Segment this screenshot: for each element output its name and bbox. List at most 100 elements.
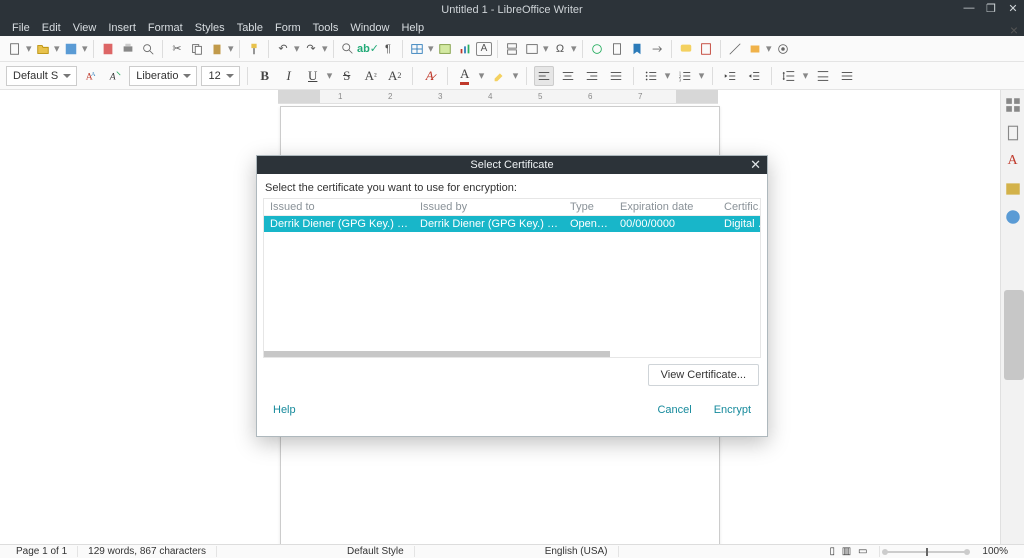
font-color-icon[interactable]: A bbox=[455, 66, 475, 86]
subscript-button[interactable]: A2 bbox=[385, 66, 405, 86]
basic-shapes-icon[interactable] bbox=[746, 40, 764, 58]
print-preview-icon[interactable] bbox=[139, 40, 157, 58]
insert-table-icon[interactable] bbox=[408, 40, 426, 58]
bullet-dropdown-icon[interactable]: ▾ bbox=[665, 67, 671, 85]
clone-formatting-icon[interactable] bbox=[245, 40, 263, 58]
col-issued-to[interactable]: Issued to bbox=[264, 199, 414, 215]
redo-icon[interactable]: ↷ bbox=[302, 40, 320, 58]
redo-dropdown-icon[interactable]: ▾ bbox=[322, 40, 328, 58]
cancel-button[interactable]: Cancel bbox=[657, 404, 691, 416]
show-draw-functions-icon[interactable] bbox=[774, 40, 792, 58]
insert-comment-icon[interactable] bbox=[677, 40, 695, 58]
undo-dropdown-icon[interactable]: ▾ bbox=[294, 40, 300, 58]
menu-form[interactable]: Form bbox=[269, 22, 307, 34]
insert-chart-icon[interactable] bbox=[456, 40, 474, 58]
align-left-button[interactable] bbox=[534, 66, 554, 86]
status-words[interactable]: 129 words, 867 characters bbox=[78, 546, 217, 557]
help-link[interactable]: Help bbox=[273, 404, 296, 416]
zoom-slider[interactable] bbox=[886, 551, 966, 553]
menu-table[interactable]: Table bbox=[231, 22, 269, 34]
insert-textbox-icon[interactable]: A bbox=[476, 42, 492, 56]
col-expiration[interactable]: Expiration date bbox=[614, 199, 718, 215]
document-close-icon[interactable]: × bbox=[1010, 22, 1018, 38]
new-dropdown-icon[interactable]: ▾ bbox=[26, 40, 32, 58]
menu-file[interactable]: File bbox=[6, 22, 36, 34]
update-style-icon[interactable]: AA bbox=[81, 66, 101, 86]
open-icon[interactable] bbox=[34, 40, 52, 58]
menu-edit[interactable]: Edit bbox=[36, 22, 67, 34]
status-style[interactable]: Default Style bbox=[337, 546, 415, 557]
table-dropdown-icon[interactable]: ▾ bbox=[428, 40, 434, 58]
sidebar-properties-icon[interactable] bbox=[1004, 96, 1022, 114]
maximize-icon[interactable]: ❐ bbox=[984, 2, 998, 15]
strikethrough-button[interactable]: S bbox=[337, 66, 357, 86]
col-usage[interactable]: Certificate us bbox=[718, 199, 761, 215]
italic-button[interactable]: I bbox=[279, 66, 299, 86]
col-type[interactable]: Type bbox=[564, 199, 614, 215]
paste-icon[interactable] bbox=[208, 40, 226, 58]
status-lang[interactable]: English (USA) bbox=[535, 546, 619, 557]
increase-para-spacing-button[interactable] bbox=[813, 66, 833, 86]
special-char-dropdown-icon[interactable]: ▾ bbox=[571, 40, 577, 58]
justify-button[interactable] bbox=[606, 66, 626, 86]
line-spacing-dropdown-icon[interactable]: ▾ bbox=[803, 67, 809, 85]
new-icon[interactable] bbox=[6, 40, 24, 58]
sidebar-page-icon[interactable] bbox=[1004, 124, 1022, 142]
save-dropdown-icon[interactable]: ▾ bbox=[82, 40, 88, 58]
status-zoom[interactable]: 100% bbox=[972, 546, 1018, 557]
status-view-icons[interactable]: ▯ ▥ ▭ bbox=[819, 546, 880, 557]
number-list-button[interactable]: 123 bbox=[675, 66, 695, 86]
dialog-close-icon[interactable]: ✕ bbox=[750, 157, 761, 173]
menu-format[interactable]: Format bbox=[142, 22, 189, 34]
spellcheck-icon[interactable]: ab✓ bbox=[359, 40, 377, 58]
sidebar-gallery-icon[interactable] bbox=[1004, 180, 1022, 198]
font-color-dropdown-icon[interactable]: ▾ bbox=[479, 67, 485, 85]
undo-icon[interactable]: ↶ bbox=[274, 40, 292, 58]
vertical-scrollbar[interactable] bbox=[1004, 290, 1024, 380]
number-dropdown-icon[interactable]: ▾ bbox=[699, 67, 705, 85]
sidebar-navigator-icon[interactable] bbox=[1004, 208, 1022, 226]
open-dropdown-icon[interactable]: ▾ bbox=[54, 40, 60, 58]
align-center-button[interactable] bbox=[558, 66, 578, 86]
highlight-dropdown-icon[interactable]: ▾ bbox=[513, 67, 519, 85]
decrease-indent-button[interactable] bbox=[744, 66, 764, 86]
encrypt-button[interactable]: Encrypt bbox=[714, 404, 751, 416]
close-icon[interactable]: ✕ bbox=[1006, 2, 1020, 15]
menu-view[interactable]: View bbox=[67, 22, 103, 34]
menu-insert[interactable]: Insert bbox=[102, 22, 142, 34]
para-style-select[interactable]: Default S bbox=[6, 66, 77, 86]
underline-dropdown-icon[interactable]: ▾ bbox=[327, 67, 333, 85]
insert-image-icon[interactable] bbox=[436, 40, 454, 58]
bold-button[interactable]: B bbox=[255, 66, 275, 86]
find-replace-icon[interactable] bbox=[339, 40, 357, 58]
shapes-dropdown-icon[interactable]: ▾ bbox=[766, 40, 772, 58]
highlight-icon[interactable] bbox=[489, 66, 509, 86]
menu-styles[interactable]: Styles bbox=[189, 22, 231, 34]
minimize-icon[interactable]: — bbox=[962, 2, 976, 15]
export-pdf-icon[interactable] bbox=[99, 40, 117, 58]
insert-line-icon[interactable] bbox=[726, 40, 744, 58]
underline-button[interactable]: U bbox=[303, 66, 323, 86]
track-changes-icon[interactable] bbox=[697, 40, 715, 58]
decrease-para-spacing-button[interactable] bbox=[837, 66, 857, 86]
align-right-button[interactable] bbox=[582, 66, 602, 86]
insert-pagebreak-icon[interactable] bbox=[503, 40, 521, 58]
font-name-select[interactable]: Liberatio bbox=[129, 66, 197, 86]
horizontal-ruler[interactable]: 1 2 3 4 5 6 7 bbox=[278, 90, 718, 104]
insert-bookmark-icon[interactable] bbox=[628, 40, 646, 58]
superscript-button[interactable]: A² bbox=[361, 66, 381, 86]
menu-window[interactable]: Window bbox=[344, 22, 395, 34]
save-icon[interactable] bbox=[62, 40, 80, 58]
insert-field-icon[interactable] bbox=[523, 40, 541, 58]
new-style-icon[interactable]: A bbox=[105, 66, 125, 86]
increase-indent-button[interactable] bbox=[720, 66, 740, 86]
status-page[interactable]: Page 1 of 1 bbox=[6, 546, 78, 557]
menu-help[interactable]: Help bbox=[395, 22, 430, 34]
insert-footnote-icon[interactable] bbox=[608, 40, 626, 58]
clear-formatting-icon[interactable]: A̷ bbox=[420, 66, 440, 86]
print-icon[interactable] bbox=[119, 40, 137, 58]
cut-icon[interactable]: ✂ bbox=[168, 40, 186, 58]
field-dropdown-icon[interactable]: ▾ bbox=[543, 40, 549, 58]
certificate-table[interactable]: Issued to Issued by Type Expiration date… bbox=[263, 198, 761, 358]
menu-tools[interactable]: Tools bbox=[307, 22, 345, 34]
